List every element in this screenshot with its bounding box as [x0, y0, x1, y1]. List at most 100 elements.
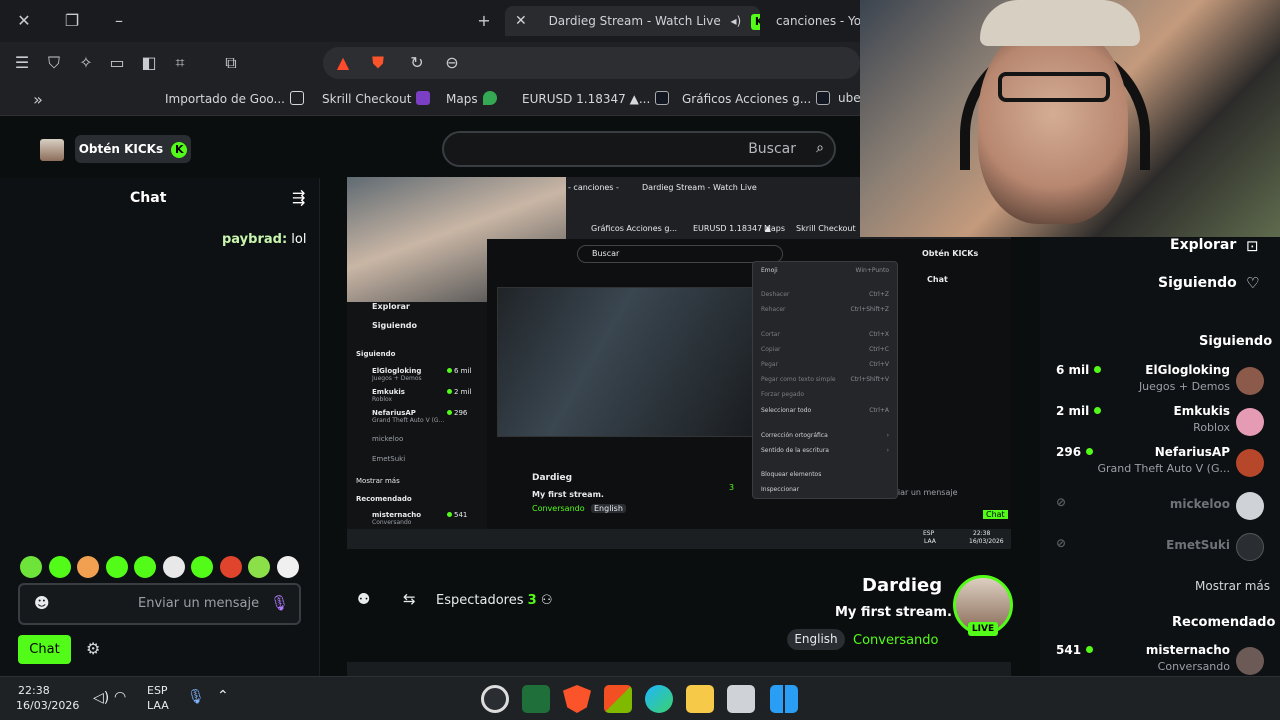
bookmarks-overflow-icon[interactable]: »: [26, 88, 50, 112]
tab-close-icon[interactable]: ✕: [515, 13, 527, 29]
obs-icon[interactable]: [481, 685, 509, 713]
context-menu-shortcut: Ctrl+A: [869, 407, 889, 414]
input-language[interactable]: ESP: [147, 684, 168, 697]
url-bar[interactable]: ▲ ⛊ ↻ ⊖: [323, 47, 860, 79]
clock-date[interactable]: 16/03/2026: [16, 699, 79, 712]
bookmark-item[interactable]: ube: [838, 91, 861, 105]
stream-bookmark: EURUSD 1.18347 ▲: [693, 224, 771, 233]
send-chat-button[interactable]: Chat: [18, 635, 71, 664]
get-kicks-button[interactable]: Obtén KICKs K: [75, 135, 191, 163]
stream-category[interactable]: Conversando: [853, 633, 939, 648]
language-tag[interactable]: English: [787, 629, 845, 650]
minimize-window-icon[interactable]: –: [107, 9, 131, 33]
audio-icon[interactable]: ◂): [731, 14, 742, 28]
sidebar-icon[interactable]: ◧: [137, 51, 161, 75]
emote-icon[interactable]: [134, 556, 156, 578]
input-language-region[interactable]: LAA: [147, 699, 169, 712]
channel-avatar: [1236, 533, 1264, 561]
right-sidebar: Explorar ⊡ Siguiendo ♡ Siguiendo ElGlogl…: [1040, 237, 1280, 676]
bookmark-label: Importado de Goo...: [165, 92, 285, 106]
clock-time[interactable]: 22:38: [18, 684, 50, 697]
sidebar-channel[interactable]: ElGlogloking Juegos + Demos 6 mil: [1040, 363, 1280, 399]
emote-icon[interactable]: [49, 556, 71, 578]
new-tab-icon[interactable]: +: [472, 9, 496, 33]
puzzle-icon[interactable]: ✧: [74, 51, 98, 75]
store-icon[interactable]: [604, 685, 632, 713]
emote-icon[interactable]: [106, 556, 128, 578]
nav-following[interactable]: Siguiendo: [1158, 275, 1237, 291]
sidebar-channel[interactable]: Emkukis Roblox 2 mil: [1040, 404, 1280, 440]
sidebar-channel[interactable]: misternacho Conversando 541: [1040, 643, 1280, 679]
stream-category: Conversando: [532, 504, 585, 513]
brave-shields-icon[interactable]: ⛊: [366, 51, 390, 75]
chat-message-user[interactable]: paybrad:: [222, 232, 287, 247]
shield-icon[interactable]: ⛉: [42, 51, 66, 75]
context-menu-shortcut: Ctrl+C: [869, 346, 889, 353]
tray-expand-icon[interactable]: ⌃: [217, 688, 229, 704]
chat-message-input[interactable]: ☻ Enviar un mensaje 🎙: [18, 583, 301, 625]
context-menu-item: Sentido de la escritura: [761, 447, 829, 454]
chat-settings-icon[interactable]: ⚙: [86, 639, 100, 658]
bookmark-item[interactable]: Gráficos Acciones g...: [682, 91, 831, 106]
sidebar-channel[interactable]: mickeloo ⊘: [1040, 488, 1280, 524]
tab-canciones[interactable]: canciones - Yo: [768, 6, 860, 36]
folder-icon[interactable]: [686, 685, 714, 713]
following-header: Siguiendo: [1199, 334, 1273, 349]
microphone-icon[interactable]: 🎙: [270, 594, 289, 612]
collapse-chat-icon[interactable]: ⇶: [292, 188, 305, 207]
bookmark-item[interactable]: EURUSD 1.18347 ▲...: [522, 91, 670, 106]
stream-info-bar: [347, 662, 1011, 676]
stream-viewers-value: 6 mil: [454, 367, 472, 375]
bookmark-label: Gráficos Acciones g...: [682, 92, 812, 106]
reload-icon[interactable]: ↻: [405, 51, 429, 75]
emote-icon[interactable]: [20, 556, 42, 578]
emoji-picker-icon[interactable]: ☻: [34, 594, 50, 612]
wifi-icon[interactable]: ◠: [114, 689, 126, 705]
close-window-icon[interactable]: ✕: [12, 9, 36, 33]
user-avatar[interactable]: [40, 139, 64, 161]
wallet-icon[interactable]: ▭: [105, 51, 129, 75]
emote-icon[interactable]: [163, 556, 185, 578]
channel-name[interactable]: Dardieg: [862, 575, 942, 596]
volume-icon[interactable]: ◁): [93, 690, 109, 706]
search-placeholder: Buscar: [748, 141, 796, 157]
emote-icon[interactable]: [248, 556, 270, 578]
menu-icon[interactable]: ☰: [10, 51, 34, 75]
emote-icon[interactable]: [277, 556, 299, 578]
screenshot-icon[interactable]: ⧉: [219, 51, 243, 75]
search-input[interactable]: Buscar ⌕: [442, 131, 836, 167]
stream-taskbar: ESP LAA 22:38 16/03/2026: [347, 529, 1011, 549]
bookmark-item[interactable]: Maps: [446, 91, 497, 106]
brave-icon[interactable]: [563, 685, 591, 713]
share-icon[interactable]: ⇆: [403, 590, 416, 608]
file-explorer-icon[interactable]: [727, 685, 755, 713]
zoom-icon[interactable]: ⊖: [440, 51, 464, 75]
show-more-link[interactable]: Mostrar más: [1195, 579, 1270, 593]
stream-channel-category: Roblox: [372, 396, 393, 403]
sidebar-channel[interactable]: EmetSuki ⊘: [1040, 529, 1280, 565]
bookmark-icon[interactable]: ⌗: [168, 51, 192, 75]
context-menu-item: Cortar: [761, 331, 780, 338]
nav-explore[interactable]: Explorar: [1170, 237, 1236, 253]
microphone-icon[interactable]: 🎙: [187, 689, 205, 705]
brave-rewards-icon[interactable]: ▲: [331, 51, 355, 75]
context-menu-item: Forzar pegado: [761, 391, 805, 398]
emote-icon[interactable]: [77, 556, 99, 578]
skrill-icon: [416, 91, 431, 105]
edge-icon[interactable]: [645, 685, 673, 713]
sidebar-channel[interactable]: NefariusAP Grand Theft Auto V (G... 296: [1040, 445, 1280, 481]
follow-icon[interactable]: ⚉: [357, 590, 370, 608]
tab-dardieg-stream[interactable]: ✕ Dardieg Stream - Watch Live ◂) K: [505, 6, 760, 36]
bookmark-item[interactable]: Skrill Checkout: [322, 91, 431, 106]
emote-icon[interactable]: [191, 556, 213, 578]
stream-channel-viewers: 6 mil: [447, 367, 471, 375]
bookmark-item[interactable]: Importado de Goo...: [165, 91, 304, 106]
stream-channel: mickeloo: [372, 435, 404, 443]
windows-start-icon[interactable]: [770, 685, 798, 713]
emote-icon[interactable]: [220, 556, 242, 578]
bookmark-label: Maps: [446, 92, 478, 106]
restore-window-icon[interactable]: ❐: [60, 9, 84, 33]
tradingview-icon: [655, 91, 670, 105]
context-menu-item: Rehacer: [761, 306, 786, 313]
download-icon[interactable]: [522, 685, 550, 713]
